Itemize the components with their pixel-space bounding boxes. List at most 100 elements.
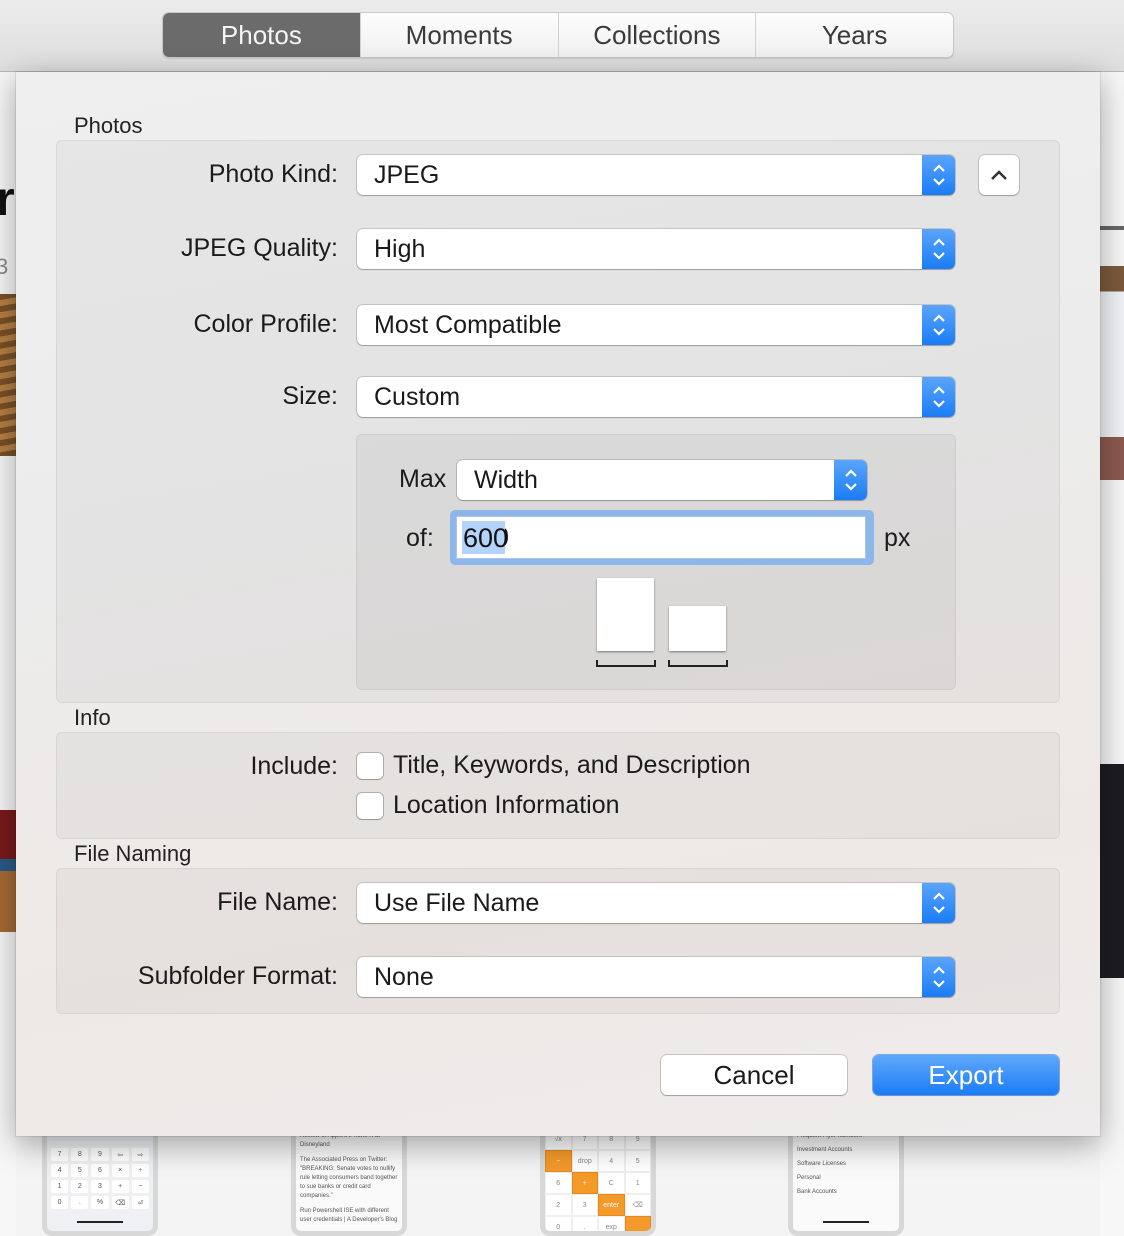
info-section-title: Info	[74, 705, 111, 730]
width-bracket-icon	[668, 660, 728, 667]
photo-kind-popup[interactable]: JPEG	[357, 155, 955, 195]
rpn-key: 6	[545, 1172, 572, 1194]
include-label: Include:	[250, 752, 338, 780]
vault-list: Frequent Flyer Numbers Investment Account…	[793, 1128, 899, 1231]
portrait-orientation-icon[interactable]	[597, 578, 654, 651]
rpn-key: C	[598, 1172, 625, 1194]
rpn-key: exp	[598, 1216, 625, 1231]
background-right-strip	[1100, 72, 1124, 1236]
popup-arrows-icon	[922, 377, 955, 417]
tab-collections[interactable]: Collections	[557, 13, 756, 57]
popup-arrows-icon	[922, 229, 955, 269]
max-label: Max	[399, 465, 447, 493]
photos-toolbar: Photos Moments Collections Years	[0, 0, 1124, 72]
color-profile-popup[interactable]: Most Compatible	[357, 305, 955, 345]
vault-item: Software Licenses	[797, 1161, 847, 1167]
file-name-popup[interactable]: Use File Name	[357, 883, 955, 923]
background-photo-thumbnail[interactable]	[0, 294, 16, 456]
background-photo-thumbnail[interactable]: Review of Apple's iPhone X at Disneyland…	[291, 1128, 407, 1236]
background-photo-thumbnail[interactable]: 7 8 9 ⇦ ⇨ 4 5 6 × ÷ 1 2 3 + − 0.% ⌫ ⏎	[42, 1128, 158, 1236]
rpn-key: 3	[571, 1194, 598, 1216]
export-dialog: Photos Photo Kind: JPEG JPEG Quality: Hi…	[16, 72, 1100, 1136]
calculator-key: 8	[71, 1148, 89, 1161]
background-photo-thumbnail[interactable]	[1100, 764, 1124, 978]
calculator-key: ⇨	[131, 1148, 149, 1161]
background-subtitle-glyph: 3	[0, 254, 9, 279]
collapse-details-button[interactable]	[979, 155, 1019, 195]
background-photo-thumbnail[interactable]: Frequent Flyer Numbers Investment Account…	[788, 1128, 904, 1236]
location-information-label[interactable]: Location Information	[393, 791, 620, 820]
subfolder-format-popup[interactable]: None	[357, 957, 955, 997]
news-item: Run Powershell ISE with different user c…	[300, 1208, 398, 1223]
view-segmented-control: Photos Moments Collections Years	[162, 12, 954, 58]
news-item: The Associated Press on Twitter: "BREAKI…	[300, 1157, 398, 1199]
popup-arrows-icon	[922, 155, 955, 195]
rpn-key: 5	[624, 1150, 651, 1172]
calculator-key: 7	[51, 1148, 69, 1161]
home-indicator	[77, 1221, 123, 1223]
calculator-key: 9	[91, 1148, 109, 1161]
background-divider	[1100, 226, 1124, 230]
jpeg-quality-label: JPEG Quality:	[181, 234, 338, 262]
calculator-key: %	[91, 1196, 109, 1209]
max-dimension-popup[interactable]: Width	[457, 460, 867, 500]
rpn-key: 1	[624, 1172, 651, 1194]
home-indicator	[823, 1221, 869, 1223]
rpn-key: enter	[598, 1194, 625, 1216]
rpn-key: +	[571, 1172, 598, 1194]
tab-moments[interactable]: Moments	[359, 13, 558, 57]
popup-arrows-icon	[922, 883, 955, 923]
max-dimension-value: Width	[474, 466, 538, 494]
calculator-key: 2	[71, 1180, 89, 1193]
size-popup[interactable]: Custom	[357, 377, 955, 417]
calculator-keypad: 7 8 9 ⇦ ⇨ 4 5 6 × ÷ 1 2 3 + − 0.% ⌫ ⏎	[47, 1128, 153, 1209]
popup-arrows-icon	[834, 460, 867, 500]
calculator-key: 3	[91, 1180, 109, 1193]
rpn-key: ⌫	[624, 1194, 651, 1216]
jpeg-quality-value: High	[374, 235, 426, 263]
calculator-key: 0	[51, 1196, 69, 1209]
photo-kind-label: Photo Kind:	[208, 160, 338, 188]
vault-item: Investment Accounts	[797, 1147, 853, 1153]
popup-arrows-icon	[922, 957, 955, 997]
calculator-key: 1	[51, 1180, 69, 1193]
calculator-key: −	[131, 1180, 149, 1193]
vault-item: Bank Accounts	[797, 1189, 837, 1195]
color-profile-value: Most Compatible	[374, 311, 562, 339]
rpn-key: 2	[545, 1194, 572, 1216]
of-label: of:	[406, 524, 434, 552]
rpn-key	[624, 1216, 651, 1231]
rpn-key: drop	[571, 1150, 598, 1172]
export-button[interactable]: Export	[873, 1055, 1059, 1095]
calculator-key: 5	[71, 1164, 89, 1177]
rpn-key: 4	[598, 1150, 625, 1172]
file-name-value: Use File Name	[374, 889, 540, 917]
tab-photos[interactable]: Photos	[163, 13, 360, 57]
background-left-strip: r 3	[0, 72, 16, 1236]
calculator-key: 6	[91, 1164, 109, 1177]
width-bracket-icon	[596, 660, 656, 667]
tab-years[interactable]: Years	[755, 13, 953, 57]
vault-item: Personal	[797, 1175, 821, 1181]
rpn-key: 0	[545, 1216, 572, 1231]
size-value: Custom	[374, 383, 461, 411]
subfolder-format-label: Subfolder Format:	[137, 962, 338, 990]
location-information-checkbox[interactable]	[357, 793, 383, 819]
max-size-input[interactable]	[456, 516, 866, 559]
background-photo-thumbnail[interactable]	[0, 810, 16, 932]
title-keywords-description-label[interactable]: Title, Keywords, and Description	[393, 751, 751, 780]
photo-kind-value: JPEG	[374, 161, 440, 189]
news-list: Review of Apple's iPhone X at Disneyland…	[296, 1128, 402, 1231]
calculator-key: ×	[111, 1164, 129, 1177]
calculator-key: +	[111, 1180, 129, 1193]
title-keywords-description-checkbox[interactable]	[357, 753, 383, 779]
background-photo-thumbnail[interactable]: √x 7 8 9− drop 4 5 6 + C 1 2 3 enter ⌫ 0. exp	[540, 1128, 656, 1236]
cancel-button[interactable]: Cancel	[661, 1055, 847, 1095]
landscape-orientation-icon[interactable]	[669, 606, 726, 651]
background-photo-thumbnail[interactable]	[1100, 266, 1124, 480]
file-name-label: File Name:	[217, 888, 338, 916]
calculator-key: ⏎	[131, 1196, 149, 1209]
info-section-group	[56, 732, 1060, 839]
calculator-key: ⇦	[111, 1148, 129, 1161]
jpeg-quality-popup[interactable]: High	[357, 229, 955, 269]
